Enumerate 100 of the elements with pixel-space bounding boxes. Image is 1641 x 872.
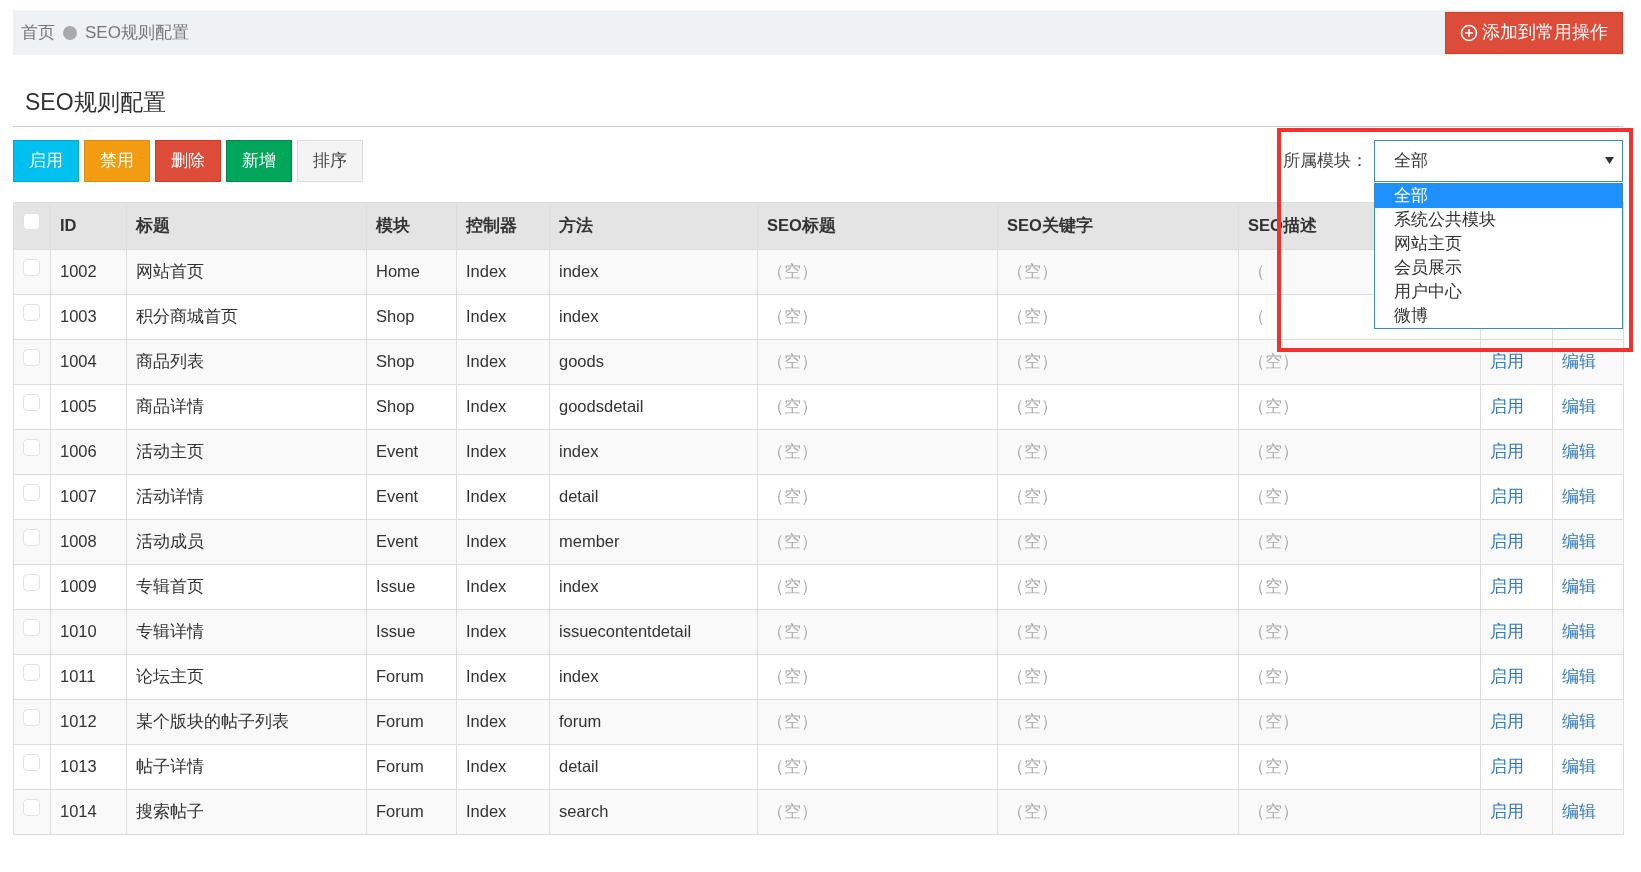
table-cell: Index	[466, 487, 507, 506]
table-cell: index	[559, 307, 599, 326]
row-checkbox[interactable]	[23, 664, 40, 681]
toolbar-button[interactable]: 排序	[297, 139, 363, 182]
enable-link[interactable]: 启用	[1490, 667, 1524, 686]
column-header[interactable]: SEO关键字	[1007, 216, 1093, 235]
row-checkbox[interactable]	[23, 619, 40, 636]
row-checkbox[interactable]	[23, 349, 40, 366]
table-cell: Event	[376, 487, 419, 506]
enable-link[interactable]: 启用	[1490, 802, 1524, 821]
table-cell: 帖子详情	[136, 757, 204, 776]
add-to-favorites-button[interactable]: 添加到常用操作	[1445, 11, 1623, 54]
edit-link[interactable]: 编辑	[1562, 397, 1596, 416]
column-header[interactable]: SEO标题	[767, 216, 836, 235]
enable-link[interactable]: 启用	[1490, 352, 1524, 371]
empty-value: （空）	[767, 577, 818, 596]
row-checkbox[interactable]	[23, 439, 40, 456]
dropdown-option[interactable]: 全部	[1375, 184, 1622, 208]
empty-value: （空）	[1007, 352, 1058, 371]
table-cell: Issue	[376, 577, 416, 596]
edit-link[interactable]: 编辑	[1562, 577, 1596, 596]
table-cell: issuecontentdetail	[559, 622, 692, 641]
table-cell: 论坛主页	[136, 667, 204, 686]
empty-value: （空）	[1007, 802, 1058, 821]
row-checkbox[interactable]	[23, 259, 40, 276]
select-all-checkbox[interactable]	[23, 213, 40, 230]
row-checkbox[interactable]	[23, 709, 40, 726]
breadcrumb-link[interactable]: 首页	[21, 19, 55, 46]
edit-link[interactable]: 编辑	[1562, 352, 1596, 371]
column-header[interactable]: 方法	[559, 216, 593, 235]
dropdown-option[interactable]: 微博	[1375, 304, 1622, 328]
row-checkbox[interactable]	[23, 484, 40, 501]
column-header[interactable]: 模块	[376, 216, 410, 235]
table-cell: forum	[559, 712, 602, 731]
table-cell: 1004	[60, 352, 97, 371]
enable-link[interactable]: 启用	[1490, 397, 1524, 416]
table-cell: Index	[466, 667, 507, 686]
enable-link[interactable]: 启用	[1490, 532, 1524, 551]
dropdown-option[interactable]: 网站主页	[1375, 232, 1622, 256]
row-checkbox[interactable]	[23, 799, 40, 816]
empty-value: （空）	[767, 667, 818, 686]
table-cell: Forum	[376, 667, 424, 686]
row-checkbox[interactable]	[23, 574, 40, 591]
empty-value: （空）	[1007, 262, 1058, 281]
table-cell: Index	[466, 622, 507, 641]
empty-value: （	[1248, 307, 1265, 326]
edit-link[interactable]: 编辑	[1562, 442, 1596, 461]
dropdown-option[interactable]: 系统公共模块	[1375, 208, 1622, 232]
empty-value: （空）	[1007, 307, 1058, 326]
table-cell: 网站首页	[136, 262, 204, 281]
enable-link[interactable]: 启用	[1490, 487, 1524, 506]
table-cell: index	[559, 442, 599, 461]
edit-link[interactable]: 编辑	[1562, 667, 1596, 686]
empty-value: （空）	[1248, 712, 1299, 731]
table-cell: 商品列表	[136, 352, 204, 371]
table-cell: goods	[559, 352, 604, 371]
empty-value: （空）	[767, 397, 818, 416]
toolbar-button[interactable]: 新增	[226, 139, 292, 182]
table-cell: 活动详情	[136, 487, 204, 506]
enable-link[interactable]: 启用	[1490, 622, 1524, 641]
enable-link[interactable]: 启用	[1490, 712, 1524, 731]
page-title: SEO规则配置	[25, 88, 167, 117]
table-cell: Index	[466, 532, 507, 551]
edit-link[interactable]: 编辑	[1562, 487, 1596, 506]
table-cell: Index	[466, 757, 507, 776]
table-cell: Index	[466, 442, 507, 461]
table-cell: 积分商城首页	[136, 307, 238, 326]
table-cell: 1012	[60, 712, 97, 731]
empty-value: （空）	[1007, 757, 1058, 776]
table-cell: Index	[466, 397, 507, 416]
module-select[interactable]: 全部	[1374, 139, 1623, 182]
empty-value: （空）	[767, 352, 818, 371]
row-checkbox[interactable]	[23, 304, 40, 321]
empty-value: （空）	[1248, 757, 1299, 776]
table-cell: 某个版块的帖子列表	[136, 712, 289, 731]
enable-link[interactable]: 启用	[1490, 442, 1524, 461]
edit-link[interactable]: 编辑	[1562, 622, 1596, 641]
table-cell: detail	[559, 487, 599, 506]
table-cell: Index	[466, 577, 507, 596]
edit-link[interactable]: 编辑	[1562, 802, 1596, 821]
column-header[interactable]: 标题	[136, 216, 170, 235]
dropdown-option[interactable]: 会员展示	[1375, 256, 1622, 280]
dropdown-option[interactable]: 用户中心	[1375, 280, 1622, 304]
row-checkbox[interactable]	[23, 394, 40, 411]
enable-link[interactable]: 启用	[1490, 577, 1524, 596]
toolbar-button[interactable]: 删除	[155, 139, 221, 182]
table-cell: 1007	[60, 487, 97, 506]
edit-link[interactable]: 编辑	[1562, 757, 1596, 776]
edit-link[interactable]: 编辑	[1562, 532, 1596, 551]
column-header[interactable]: ID	[60, 216, 77, 235]
edit-link[interactable]: 编辑	[1562, 712, 1596, 731]
table-cell: 1003	[60, 307, 97, 326]
table-cell: goodsdetail	[559, 397, 644, 416]
table-cell: Home	[376, 262, 420, 281]
row-checkbox[interactable]	[23, 754, 40, 771]
table-cell: Forum	[376, 757, 424, 776]
row-checkbox[interactable]	[23, 529, 40, 546]
filter-label: 所属模块：	[1283, 149, 1368, 172]
table-cell: index	[559, 577, 599, 596]
enable-link[interactable]: 启用	[1490, 757, 1524, 776]
